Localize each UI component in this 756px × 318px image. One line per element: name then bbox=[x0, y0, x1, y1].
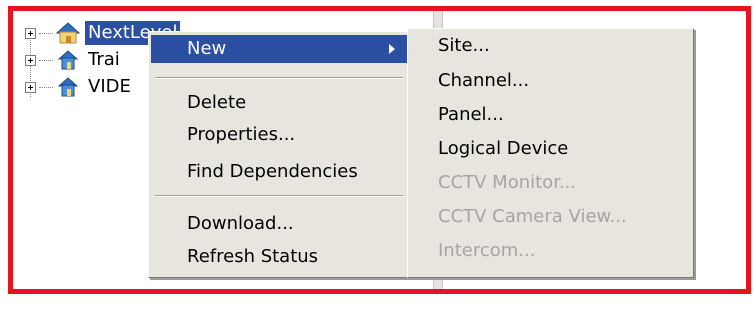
menu-item-site[interactable]: Site... bbox=[410, 32, 691, 60]
site-icon bbox=[57, 77, 79, 97]
home-icon bbox=[55, 22, 81, 44]
expand-icon[interactable] bbox=[25, 81, 36, 93]
menu-item-cctv-monitor: CCTV Monitor... bbox=[410, 169, 691, 197]
menu-item-cctv-camera-view: CCTV Camera View... bbox=[410, 203, 691, 231]
menu-item-label: Delete bbox=[187, 92, 247, 113]
menu-item-label: CCTV Camera View... bbox=[438, 206, 627, 227]
menu-item-delete[interactable]: Delete bbox=[151, 89, 407, 117]
menu-item-label: Properties... bbox=[187, 124, 296, 145]
menu-item-find-dependencies[interactable]: Find Dependencies bbox=[151, 158, 407, 186]
tree-node-label[interactable]: VIDE bbox=[85, 75, 134, 99]
submenu-arrow-icon bbox=[389, 44, 395, 54]
menu-item-label: Logical Device bbox=[438, 138, 569, 159]
menu-item-label: Site... bbox=[438, 35, 490, 56]
menu-item-label: CCTV Monitor... bbox=[438, 172, 577, 193]
tree-node-label[interactable]: Trai bbox=[85, 48, 123, 72]
menu-item-download[interactable]: Download... bbox=[151, 210, 407, 238]
context-menu: New Delete Properties... Find Dependenci… bbox=[148, 31, 410, 278]
menu-item-refresh-status[interactable]: Refresh Status bbox=[151, 243, 407, 271]
tree-node-vide[interactable]: VIDE bbox=[25, 74, 134, 100]
menu-item-label: Download... bbox=[187, 213, 294, 234]
tree-connector bbox=[39, 86, 53, 88]
menu-item-label: New bbox=[187, 38, 227, 59]
tree-node-trai[interactable]: Trai bbox=[25, 47, 123, 73]
tree-connector bbox=[39, 32, 53, 34]
menu-item-properties[interactable]: Properties... bbox=[151, 121, 407, 149]
menu-item-channel[interactable]: Channel... bbox=[410, 67, 691, 95]
expand-icon[interactable] bbox=[25, 54, 36, 66]
menu-item-intercom: Intercom... bbox=[410, 237, 691, 265]
menu-item-panel[interactable]: Panel... bbox=[410, 101, 691, 129]
tree-connector bbox=[39, 59, 53, 61]
new-submenu: Site... Channel... Panel... Logical Devi… bbox=[407, 28, 694, 278]
menu-item-logical-device[interactable]: Logical Device bbox=[410, 135, 691, 163]
menu-separator bbox=[155, 195, 403, 197]
menu-item-label: Refresh Status bbox=[187, 246, 319, 267]
site-icon bbox=[57, 50, 79, 70]
menu-item-label: Find Dependencies bbox=[187, 161, 358, 182]
menu-item-label: Intercom... bbox=[438, 240, 536, 261]
expand-icon[interactable] bbox=[25, 27, 36, 39]
menu-separator bbox=[155, 77, 403, 79]
menu-item-label: Panel... bbox=[438, 104, 504, 125]
menu-item-label: Channel... bbox=[438, 70, 530, 91]
menu-item-new[interactable]: New bbox=[151, 35, 407, 63]
